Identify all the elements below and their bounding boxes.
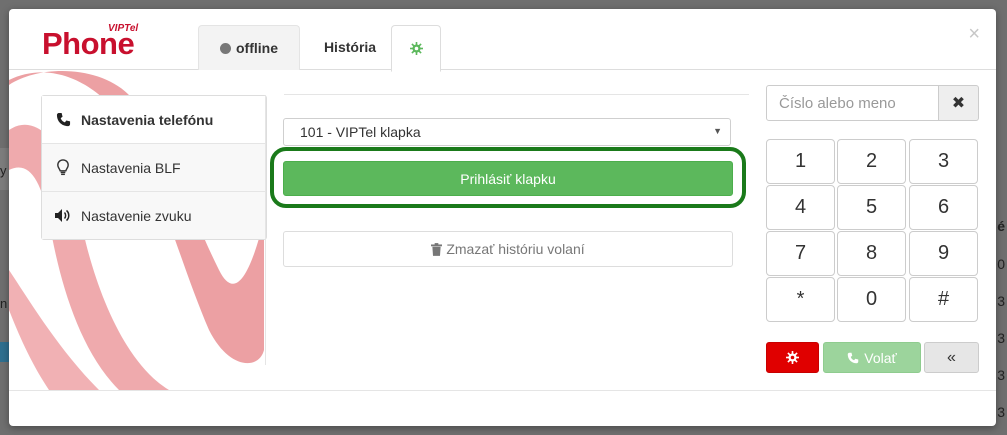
modal-footer-divider	[9, 390, 996, 391]
volume-icon	[54, 208, 72, 223]
phone-icon	[54, 112, 72, 127]
call-button[interactable]: Volať	[823, 342, 921, 373]
viptel-phone-logo: Phone VIPTel	[42, 22, 172, 62]
sidebar-item-label: Nastavenia BLF	[81, 159, 181, 176]
dial-key-3[interactable]: 3	[909, 139, 978, 184]
close-icon: ✖	[951, 95, 966, 112]
caret-down-icon: ▼	[713, 126, 722, 136]
background-text: 3	[997, 293, 1005, 309]
dial-key-6[interactable]: 6	[909, 185, 978, 230]
sidebar-item-phone-settings[interactable]: Nastavenia telefónu	[42, 96, 266, 144]
sidebar-divider	[265, 95, 266, 365]
gear-icon	[786, 351, 799, 364]
clear-history-label: Zmazať históriu volaní	[446, 241, 585, 257]
tab-status[interactable]: offline	[198, 25, 300, 70]
extension-select[interactable]: 101 - VIPTel klapka ▼	[283, 118, 731, 146]
settings-sidebar: Nastavenia telefónu Nastavenia BLF Nasta…	[41, 95, 267, 240]
sidebar-item-blf-settings[interactable]: Nastavenia BLF	[42, 144, 266, 192]
dial-key-5[interactable]: 5	[837, 185, 906, 230]
collapse-dialer-button[interactable]: «	[924, 342, 979, 373]
sidebar-item-sound-settings[interactable]: Nastavenie zvuku	[42, 192, 266, 239]
dial-key-7[interactable]: 7	[766, 231, 835, 276]
dialer-settings-button[interactable]	[766, 342, 819, 373]
dial-key-star[interactable]: *	[766, 277, 835, 322]
login-extension-button[interactable]: Prihlásiť klapku	[283, 161, 733, 196]
clear-history-button[interactable]: Zmazať históriu volaní	[283, 231, 733, 267]
dial-key-4[interactable]: 4	[766, 185, 835, 230]
background-page-highlight	[0, 342, 9, 362]
background-text: 0	[997, 256, 1005, 272]
sidebar-item-label: Nastavenia telefónu	[81, 111, 214, 128]
dial-key-hash[interactable]: #	[909, 277, 978, 322]
clear-input-button[interactable]: ✖	[938, 85, 979, 121]
modal-header: Phone VIPTel offline História ×	[9, 9, 996, 72]
logo-sup-text: VIPTel	[108, 23, 139, 34]
dial-key-9[interactable]: 9	[909, 231, 978, 276]
call-button-label: Volať	[864, 349, 897, 366]
sidebar-item-label: Nastavenie zvuku	[81, 207, 192, 224]
close-icon[interactable]: ×	[968, 23, 980, 46]
lightbulb-icon	[54, 159, 72, 176]
background-text: y	[0, 163, 7, 178]
number-or-name-input[interactable]	[766, 85, 939, 121]
background-text: é	[997, 218, 1005, 234]
background-text: 3	[997, 404, 1005, 420]
dial-key-8[interactable]: 8	[837, 231, 906, 276]
background-text: 3	[997, 367, 1005, 383]
status-dot-icon	[220, 42, 231, 54]
background-text: 3	[997, 330, 1005, 346]
trash-icon	[431, 242, 443, 256]
dial-key-2[interactable]: 2	[837, 139, 906, 184]
phone-icon	[848, 352, 859, 363]
background-text: n	[0, 296, 8, 311]
divider	[284, 94, 749, 95]
tab-history-label: História	[323, 39, 377, 55]
dial-key-0[interactable]: 0	[837, 277, 906, 322]
tab-history[interactable]: História	[305, 25, 395, 69]
phone-modal: Phone VIPTel offline História × Nastaven…	[9, 9, 996, 426]
extension-select-value: 101 - VIPTel klapka	[300, 124, 421, 140]
gear-icon	[409, 42, 423, 55]
dial-key-1[interactable]: 1	[766, 139, 835, 184]
status-label: offline	[236, 40, 278, 56]
tab-settings[interactable]	[391, 25, 441, 72]
